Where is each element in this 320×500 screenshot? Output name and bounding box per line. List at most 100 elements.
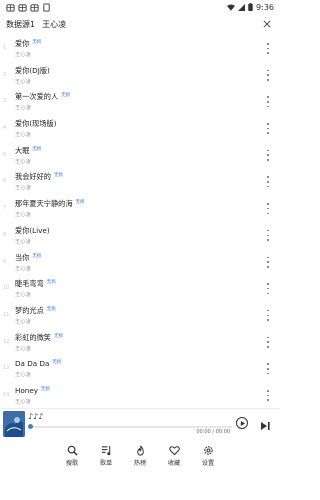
search-query[interactable]: 王心凌: [42, 19, 66, 30]
song-row[interactable]: 14 Honey 无损 王心凌: [0, 381, 280, 408]
more-options-icon[interactable]: [266, 229, 270, 241]
song-title: 彩虹的微笑: [15, 332, 51, 342]
song-row[interactable]: 12 彩虹的微笑 无损 王心凌: [0, 328, 280, 355]
song-title: 爱你: [15, 39, 30, 48]
status-bar: 9:36: [0, 0, 280, 14]
quality-badge: 无损: [75, 200, 85, 206]
nav-item-gear[interactable]: 设置: [197, 443, 219, 467]
song-title-line: 我会好好的 无损: [15, 172, 63, 182]
gear-icon: [203, 445, 214, 456]
song-title: 梦的光点: [15, 305, 44, 315]
song-artist: 王心凌: [15, 318, 31, 325]
song-title-line: 第一次爱的人 无损: [15, 92, 70, 102]
more-options-icon[interactable]: [266, 69, 270, 81]
song-title-line: 爱你(现场版): [15, 119, 60, 129]
nav-item-flame[interactable]: 热榜: [129, 443, 151, 467]
song-title: 爱你(Live): [15, 225, 50, 235]
song-index: 4: [3, 125, 7, 132]
song-index: 14: [3, 391, 10, 398]
progress-bar[interactable]: [28, 423, 232, 429]
song-index: 2: [3, 71, 7, 78]
song-row[interactable]: 9 当你 无损 王心凌: [0, 248, 280, 275]
more-options-icon[interactable]: [266, 363, 270, 375]
nav-item-playlist[interactable]: 歌单: [95, 443, 117, 467]
song-row[interactable]: 4 爱你(现场版) 王心凌: [0, 114, 280, 141]
song-artist: 王心凌: [15, 398, 31, 405]
storage-icon: [42, 2, 51, 12]
play-time: 00:00 / 00:00: [196, 429, 230, 435]
nav-item-search[interactable]: 搜歌: [61, 443, 83, 467]
quality-badge: 无损: [46, 280, 56, 286]
close-icon[interactable]: [260, 17, 274, 31]
song-title-line: 睫毛弯弯 无损: [15, 279, 56, 289]
song-index: 12: [3, 338, 10, 345]
song-row[interactable]: 11 梦的光点 无损 王心凌: [0, 301, 280, 328]
song-title-line: 大眠 无损: [15, 146, 41, 156]
more-options-icon[interactable]: [266, 389, 270, 401]
song-row[interactable]: 8 爱你(Live) 王心凌: [0, 221, 280, 248]
song-artist: 王心凌: [15, 52, 31, 58]
song-title-line: 爱你(DJ版): [15, 66, 53, 76]
song-index: 1: [3, 45, 7, 51]
song-index: 11: [3, 311, 10, 318]
song-title: Honey: [15, 385, 39, 395]
mini-player: ♪♪♪ 00:00 / 00:00: [0, 408, 280, 440]
signal-icon: [238, 3, 246, 11]
song-row[interactable]: 6 我会好好的 无损 王心凌: [0, 167, 280, 194]
song-row[interactable]: 13 Da Da Da 无损 王心凌: [0, 354, 280, 381]
quality-badge: 无损: [32, 146, 42, 152]
quality-badge: 无损: [53, 333, 63, 339]
notification-icons: [6, 2, 51, 12]
song-artist: 王心凌: [15, 372, 31, 379]
song-title-line: 彩虹的微笑 无损: [15, 333, 63, 343]
more-options-icon[interactable]: [266, 176, 270, 188]
song-artist: 王心凌: [15, 292, 31, 299]
data-source-label[interactable]: 数据源1: [6, 19, 35, 30]
more-options-icon[interactable]: [266, 283, 270, 295]
more-options-icon[interactable]: [266, 43, 270, 54]
song-title: Da Da Da: [15, 359, 50, 369]
song-title: 第一次爱的人: [15, 92, 59, 102]
quality-badge: 无损: [61, 93, 71, 99]
more-options-icon[interactable]: [266, 96, 270, 108]
more-options-icon[interactable]: [266, 309, 270, 321]
more-options-icon[interactable]: [266, 203, 270, 215]
bottom-nav: 搜歌 歌单 热榜 收藏 设置: [0, 440, 280, 470]
song-title-line: 那年夏天宁静的海 无损: [15, 199, 85, 209]
next-button[interactable]: [259, 417, 271, 430]
progress-knob[interactable]: [28, 423, 33, 429]
notification-bug-icon: [6, 3, 15, 12]
song-row[interactable]: 2 爱你(DJ版) 王心凌: [0, 61, 280, 88]
wifi-icon: [227, 4, 236, 11]
song-artist: 王心凌: [15, 105, 31, 112]
song-title-line: 梦的光点 无损: [15, 306, 56, 316]
nav-label: 设置: [201, 460, 215, 467]
song-artist: 王心凌: [15, 265, 31, 272]
song-index: 7: [3, 205, 7, 212]
quality-badge: 无损: [46, 306, 56, 312]
song-row[interactable]: 1 爱你 无损王心凌: [0, 34, 280, 61]
more-options-icon[interactable]: [266, 123, 270, 135]
song-artist: 王心凌: [15, 212, 31, 219]
quality-badge: 无损: [52, 360, 62, 366]
more-options-icon[interactable]: [266, 336, 270, 348]
nav-item-heart[interactable]: 收藏: [163, 443, 185, 467]
album-cover[interactable]: [3, 411, 25, 437]
song-list: 1 爱你 无损 王心凌 2 爱你(DJ版) 王心凌 3 第一次爱的人 无损 王心凌 4 爱你(现场版) 王…: [0, 34, 280, 408]
song-row[interactable]: 3 第一次爱的人 无损 王心凌: [0, 87, 280, 114]
song-row[interactable]: 5 大眠 无损 王心凌: [0, 141, 280, 168]
more-options-icon[interactable]: [266, 149, 270, 161]
song-index: 10: [3, 285, 10, 292]
song-row[interactable]: 10 睫毛弯弯 无损 王心凌: [0, 274, 280, 301]
play-button[interactable]: [236, 417, 248, 429]
song-title-line: 爱你 无损: [15, 39, 41, 49]
more-options-icon[interactable]: [266, 256, 270, 268]
quality-badge: 无损: [53, 173, 63, 179]
song-index: 8: [3, 231, 7, 238]
song-title: 爱你(DJ版): [15, 65, 50, 75]
song-title: 大眠: [15, 145, 30, 155]
battery-icon: [248, 3, 253, 11]
song-artist: 王心凌: [15, 185, 31, 192]
song-row[interactable]: 7 那年夏天宁静的海 无损 王心凌: [0, 194, 280, 221]
flame-icon: [135, 445, 146, 456]
